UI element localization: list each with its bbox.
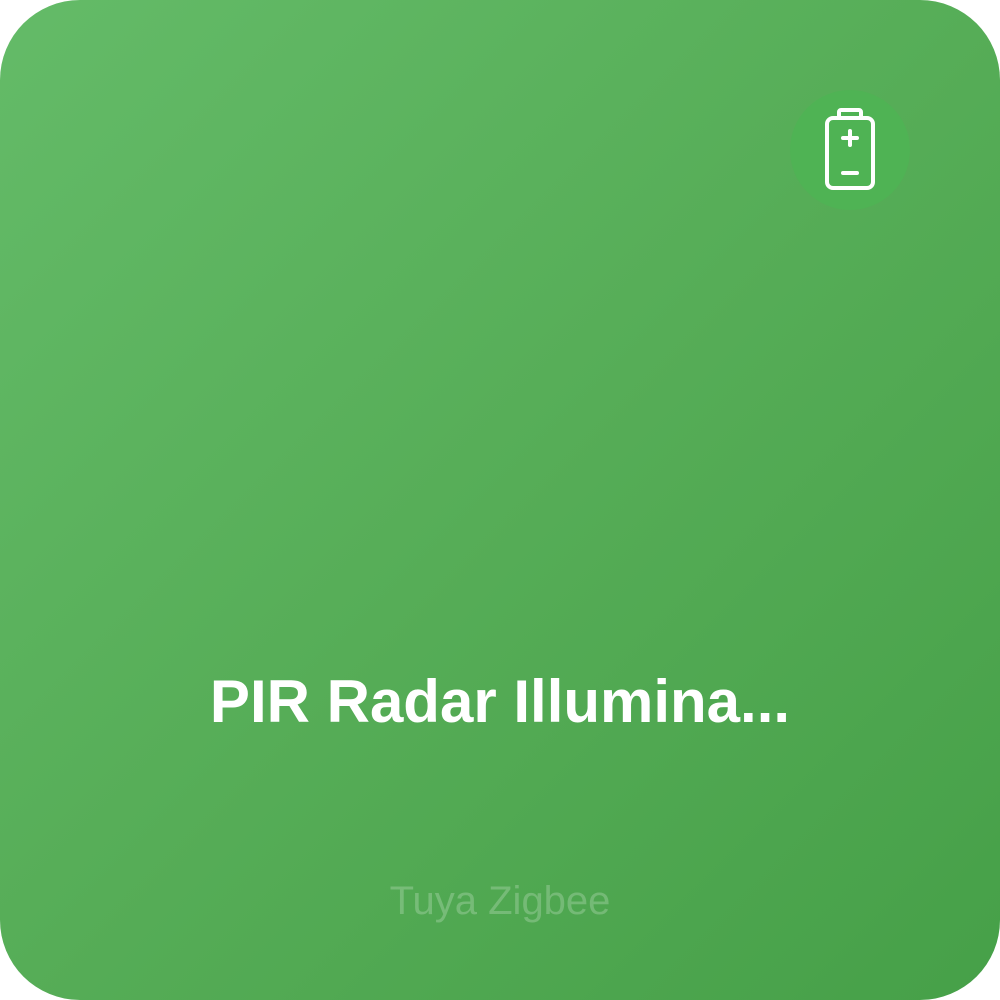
battery-status-badge[interactable] <box>790 90 910 210</box>
battery-icon <box>825 108 875 190</box>
device-manufacturer: Tuya Zigbee <box>389 879 611 923</box>
device-name: PIR Radar Illumina... <box>209 668 791 735</box>
device-card[interactable]: PIR Radar Illumina... Tuya Zigbee <box>0 0 1000 1000</box>
